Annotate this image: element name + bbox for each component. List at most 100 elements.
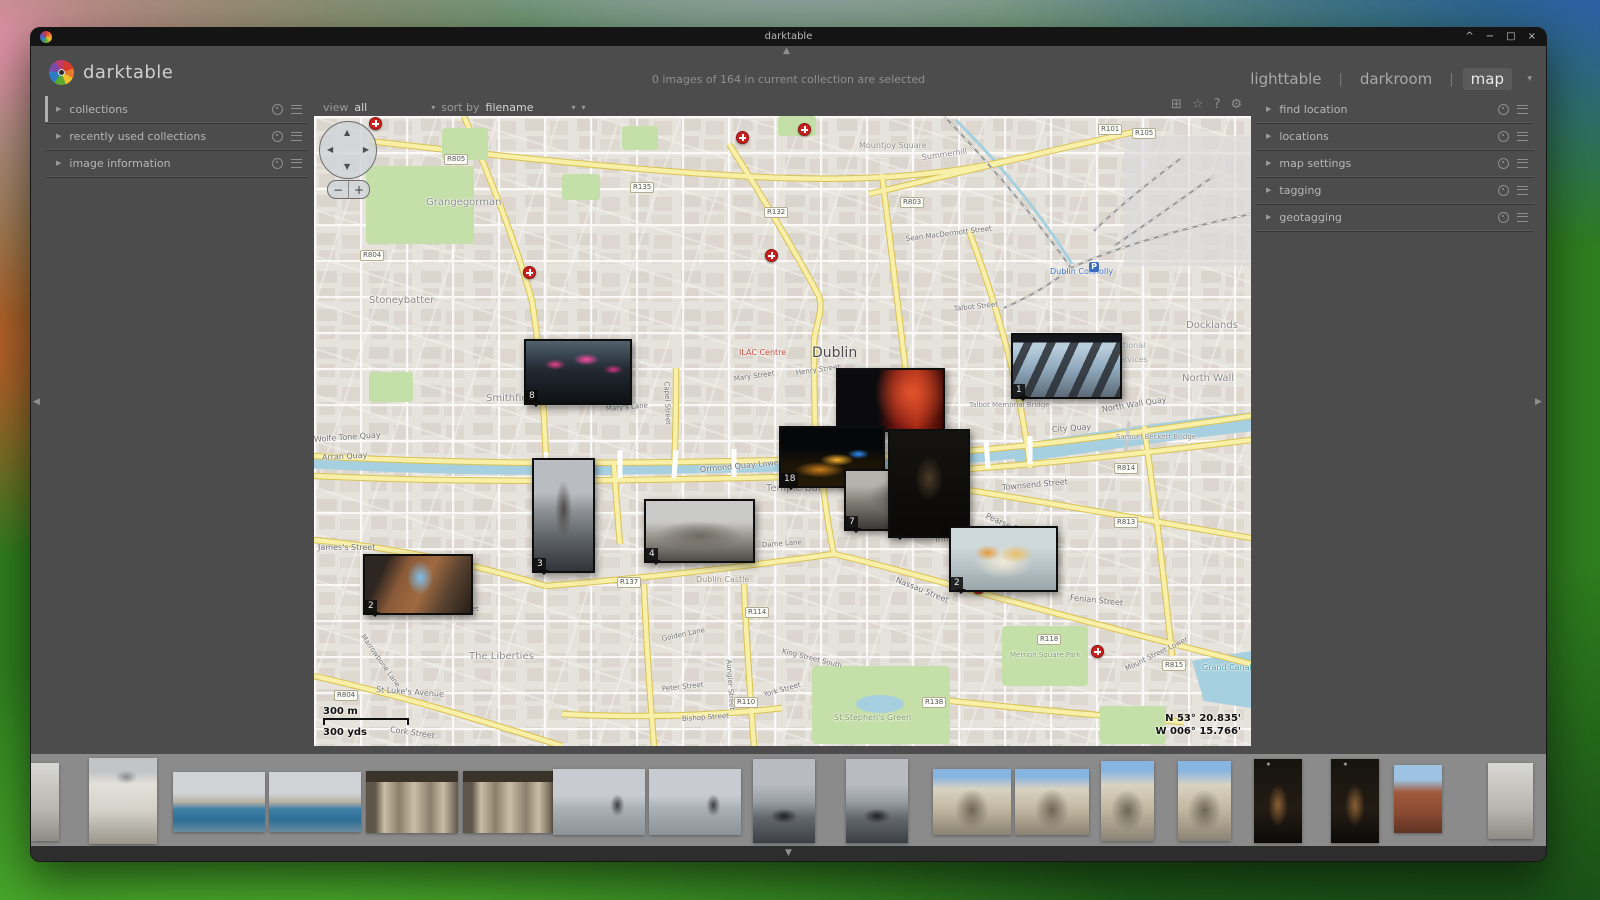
thumb-street-car-2[interactable] [846, 759, 908, 843]
thumb-canal-boats-2[interactable] [269, 772, 361, 832]
brick-building-photo[interactable]: 2 [363, 554, 473, 615]
thumb-station-facade-2[interactable] [463, 771, 553, 833]
food-plate-photo[interactable]: 2 [949, 526, 1058, 592]
window-maximize-button[interactable]: □ [1506, 32, 1515, 42]
panel-section-header[interactable]: ▶ locations [1256, 123, 1534, 150]
overlays-star-icon[interactable]: ☆ [1192, 98, 1204, 111]
night-venue-photo[interactable]: 8 [524, 339, 632, 405]
menu-icon[interactable] [291, 159, 302, 168]
menu-icon[interactable] [1517, 105, 1528, 114]
longitude-value: W 006° 15.766' [1155, 726, 1241, 739]
panel-section-header[interactable]: ▶ geotagging [1256, 204, 1534, 231]
window-minimize-button[interactable]: − [1486, 32, 1494, 42]
darktable-logo-icon [49, 60, 74, 85]
window-close-button[interactable]: × [1528, 32, 1536, 42]
mode-separator: | [1449, 72, 1453, 87]
mode-tab-darkroom[interactable]: darkroom [1352, 68, 1440, 90]
cathedral-long-photo[interactable]: 4 [644, 499, 755, 563]
church-spire-photo[interactable]: 3 [532, 458, 595, 573]
panel-section-header[interactable]: ▶ tagging [1256, 177, 1534, 204]
pan-right-icon[interactable]: ▶ [363, 146, 369, 154]
panel-section-header[interactable]: ▶ map settings [1256, 150, 1534, 177]
map-place-label: The Liberties [469, 652, 534, 662]
map-place-label: Samuel Beckett Bridge [1116, 434, 1196, 441]
collapse-top-arrow[interactable]: ▲ [783, 47, 790, 56]
thumb-mural-building[interactable] [89, 758, 157, 844]
roof-beams-photo[interactable]: 1 [1011, 333, 1122, 399]
thumb-museum-arch-1[interactable] [933, 769, 1011, 835]
geo-marker-icon[interactable] [736, 131, 749, 144]
chevron-down-icon[interactable]: ▾ [571, 103, 575, 112]
geo-marker-icon[interactable] [369, 117, 382, 130]
help-icon[interactable]: ? [1214, 98, 1221, 111]
dark-statue-photo[interactable] [888, 429, 970, 538]
presets-icon[interactable] [1498, 131, 1509, 142]
zoom-out-button[interactable]: − [328, 181, 349, 198]
collapse-bottom-arrow[interactable]: ▼ [785, 849, 792, 858]
sort-direction-icon[interactable]: ▾ [581, 103, 585, 112]
menu-icon[interactable] [291, 132, 302, 141]
view-mode-tabs: lighttable|darkroom|map [1242, 68, 1512, 90]
pan-down-icon[interactable]: ▼ [344, 163, 350, 171]
panel-section-header[interactable]: ▶ find location [1256, 96, 1534, 123]
scale-bar [323, 718, 409, 726]
presets-icon[interactable] [1498, 185, 1509, 196]
mode-tab-lighttable[interactable]: lighttable [1242, 68, 1329, 90]
presets-icon[interactable] [1498, 158, 1509, 169]
preferences-gear-icon[interactable]: ⚙ [1230, 98, 1242, 111]
map-place-label: Dublin Castle [696, 576, 749, 584]
thumb-dark-interior-1[interactable] [1254, 759, 1302, 843]
panel-section-label: recently used collections [69, 130, 264, 143]
expander-icon: ▶ [1266, 214, 1271, 221]
thumb-white-partial[interactable] [1488, 763, 1533, 839]
thumb-brick-partial[interactable] [1394, 765, 1442, 833]
thumb-street-scene-1[interactable] [553, 769, 645, 835]
window-shade-button[interactable]: ^ [1465, 32, 1473, 42]
presets-icon[interactable] [1498, 104, 1509, 115]
panel-section-label: find location [1279, 103, 1490, 116]
presets-icon[interactable] [272, 104, 283, 115]
thumb-canal-boats-1[interactable] [173, 772, 265, 832]
road-ref-badge: R803 [900, 197, 924, 208]
mode-tab-map[interactable]: map [1463, 68, 1512, 90]
thumb-museum-arch-2[interactable] [1015, 769, 1089, 835]
geo-marker-icon[interactable] [798, 123, 811, 136]
thumb-dark-interior-2[interactable] [1331, 759, 1379, 843]
pan-up-icon[interactable]: ▲ [344, 129, 350, 137]
thumb-museum-arch-4[interactable] [1178, 761, 1231, 841]
collapse-left-arrow[interactable]: ◀ [33, 398, 40, 407]
zoom-in-button[interactable]: + [349, 181, 369, 198]
thumb-station-facade-1[interactable] [366, 771, 458, 833]
night-street-red-photo[interactable] [836, 368, 945, 432]
chevron-down-icon[interactable]: ▾ [431, 103, 435, 112]
thumb-street-scene-2[interactable] [649, 769, 741, 835]
panel-section-label: locations [1279, 130, 1490, 143]
map-pan-control[interactable]: ▲ ▼ ◀ ▶ [319, 121, 377, 179]
pan-left-icon[interactable]: ◀ [327, 146, 333, 154]
thumb-museum-arch-3[interactable] [1101, 761, 1154, 841]
view-filter-dropdown[interactable]: all [354, 101, 367, 114]
panel-section-header[interactable]: ▶ image information [46, 150, 308, 177]
collapse-right-arrow[interactable]: ▶ [1535, 398, 1542, 407]
panel-section-header[interactable]: ▶ recently used collections [46, 123, 308, 150]
map-canvas[interactable]: GrangegormanStoneybatterSmithfieldDublin… [314, 116, 1251, 746]
presets-icon[interactable] [272, 131, 283, 142]
grouping-icon[interactable]: ⊞ [1171, 98, 1182, 111]
filmstrip [31, 754, 1546, 846]
menu-icon[interactable] [1517, 159, 1528, 168]
menu-icon[interactable] [291, 105, 302, 114]
panel-section-header[interactable]: ▶ collections [46, 96, 308, 123]
thumb-street-car-1[interactable] [753, 759, 815, 843]
presets-icon[interactable] [272, 158, 283, 169]
map-place-label: Grand Canal Dock [1202, 664, 1251, 672]
menu-icon[interactable] [1517, 186, 1528, 195]
geo-marker-icon[interactable] [765, 249, 778, 262]
sort-dropdown[interactable]: filename [486, 101, 534, 114]
geo-marker-icon[interactable] [1091, 645, 1104, 658]
thumb-white-building-edge[interactable] [31, 763, 59, 841]
chevron-down-icon[interactable]: ▾ [1527, 74, 1532, 84]
geo-marker-icon[interactable] [523, 266, 536, 279]
presets-icon[interactable] [1498, 212, 1509, 223]
menu-icon[interactable] [1517, 132, 1528, 141]
menu-icon[interactable] [1517, 213, 1528, 222]
